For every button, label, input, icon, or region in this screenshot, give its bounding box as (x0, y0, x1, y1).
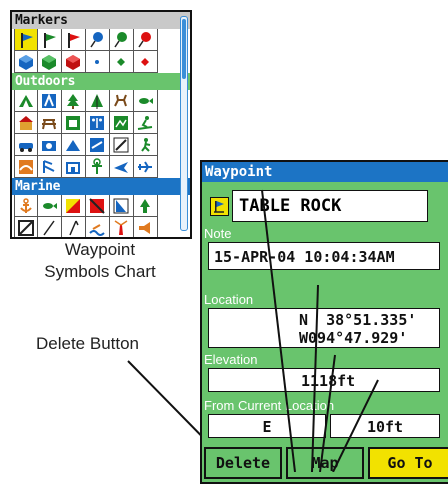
callout-lines-overlay (261, 189, 379, 472)
